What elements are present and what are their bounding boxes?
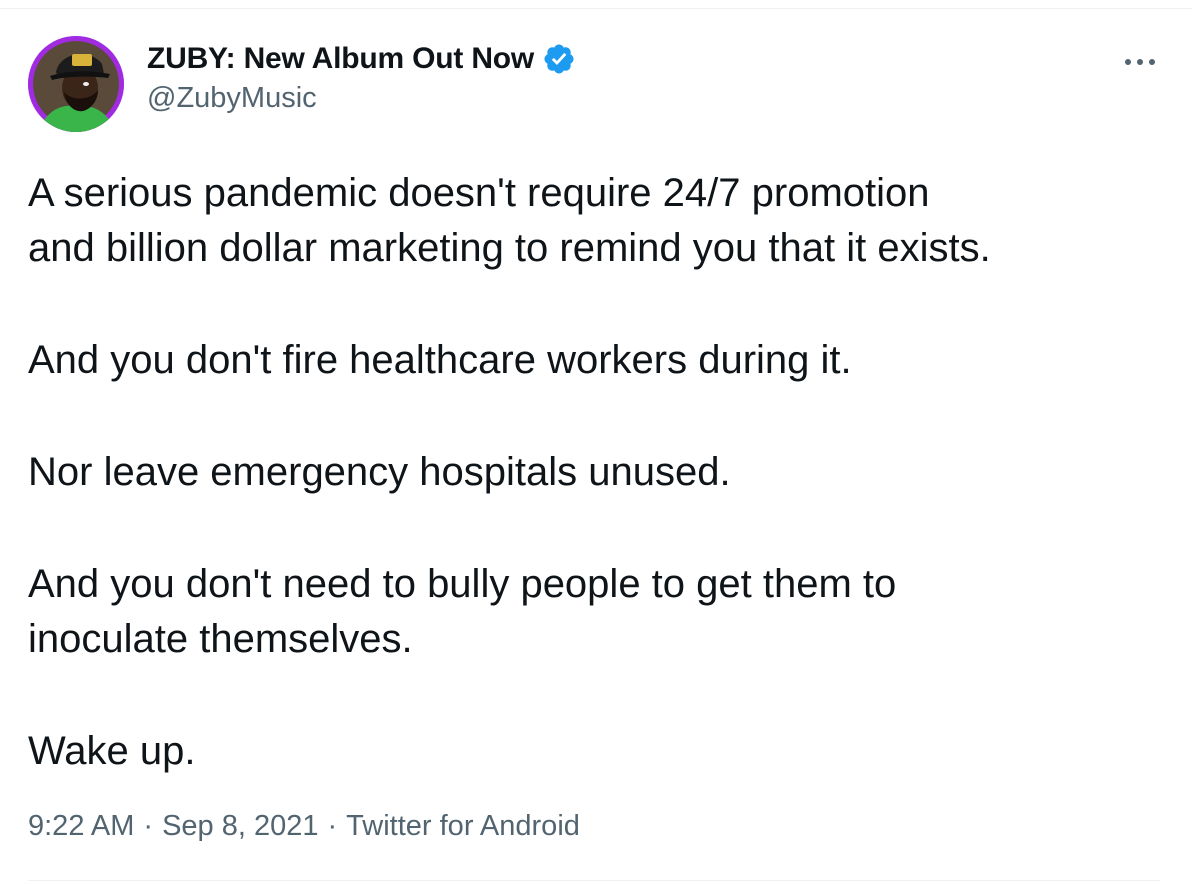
tweet-paragraph: And you don't need to bully people to ge…	[28, 557, 1168, 667]
author-display-name[interactable]: ZUBY: New Album Out Now	[147, 42, 534, 76]
more-horizontal-icon[interactable]	[1118, 48, 1162, 76]
tweet-line: A serious pandemic doesn't require 24/7 …	[28, 171, 930, 215]
tweet-text: A serious pandemic doesn't require 24/7 …	[28, 166, 1168, 779]
verified-badge-icon	[542, 42, 576, 76]
tweet-line: And you don't need to bully people to ge…	[28, 562, 897, 606]
author-name-row: ZUBY: New Album Out Now	[147, 38, 576, 80]
tweet-author: ZUBY: New Album Out Now @ZubyMusic	[147, 38, 576, 115]
tweet-line: Nor leave emergency hospitals unused.	[28, 450, 731, 494]
tweet-paragraph: A serious pandemic doesn't require 24/7 …	[28, 166, 1168, 276]
tweet-line: Wake up.	[28, 729, 196, 773]
tweet-source[interactable]: Twitter for Android	[346, 810, 580, 843]
tweet-paragraph: Wake up.	[28, 724, 1168, 779]
avatar-image	[28, 36, 124, 132]
tweet-meta: 9:22 AM · Sep 8, 2021 · Twitter for Andr…	[28, 810, 580, 843]
bottom-divider	[28, 880, 1160, 881]
tweet-timestamp-time[interactable]: 9:22 AM	[28, 810, 134, 843]
author-handle[interactable]: @ZubyMusic	[147, 82, 576, 115]
meta-separator: ·	[327, 810, 338, 842]
tweet-line: And you don't fire healthcare workers du…	[28, 338, 852, 382]
tweet-line: inoculate themselves.	[28, 617, 413, 661]
meta-separator: ·	[143, 810, 154, 842]
tweet-line: and billion dollar marketing to remind y…	[28, 226, 991, 270]
avatar[interactable]	[28, 36, 124, 132]
tweet-timestamp-date[interactable]: Sep 8, 2021	[162, 810, 318, 843]
top-divider	[0, 8, 1192, 9]
tweet-paragraph: And you don't fire healthcare workers du…	[28, 333, 1168, 388]
tweet-paragraph: Nor leave emergency hospitals unused.	[28, 445, 1168, 500]
